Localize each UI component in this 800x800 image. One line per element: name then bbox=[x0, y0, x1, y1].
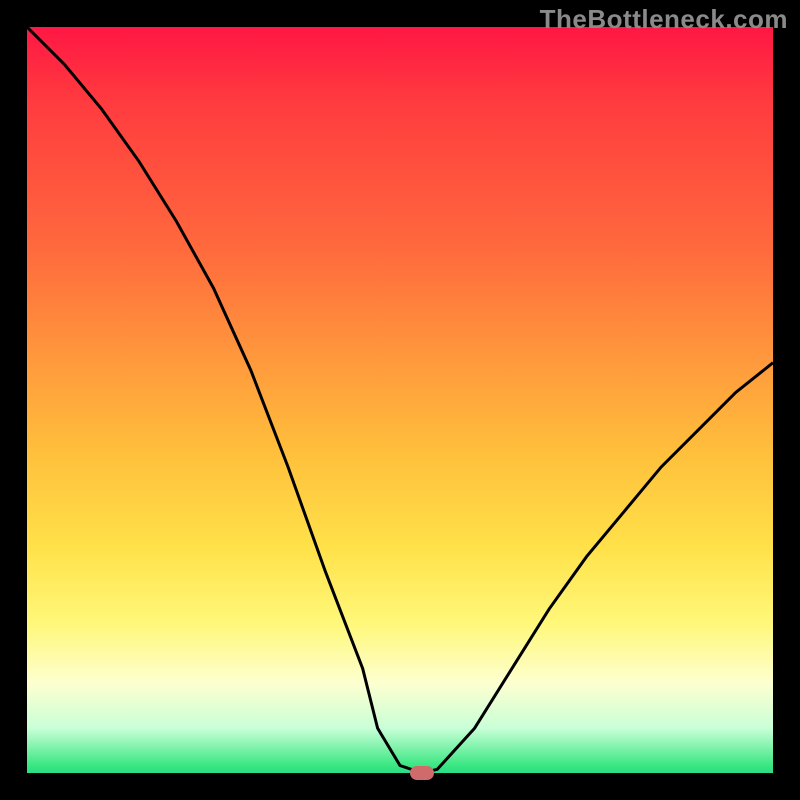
optimal-point-marker bbox=[410, 766, 434, 780]
bottleneck-curve bbox=[27, 27, 773, 773]
curve-line bbox=[27, 27, 773, 773]
watermark-text: TheBottleneck.com bbox=[540, 4, 788, 35]
plot-area bbox=[27, 27, 773, 773]
chart-container: TheBottleneck.com bbox=[0, 0, 800, 800]
